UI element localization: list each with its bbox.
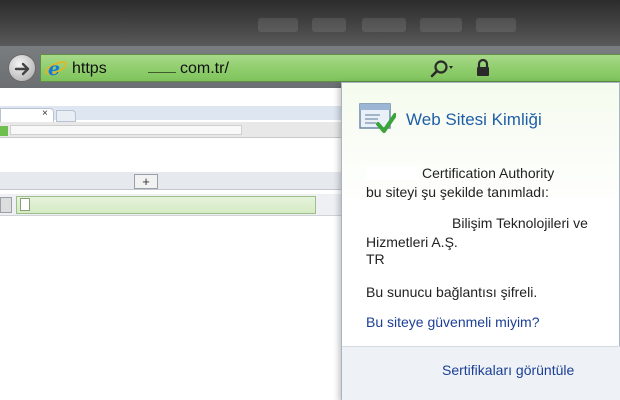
add-button[interactable]: + xyxy=(134,174,158,189)
encryption-status: Bu sunucu bağlantısı şifreli. xyxy=(366,284,538,300)
view-certificates-link[interactable]: Sertifikaları görüntüle xyxy=(442,362,574,378)
lock-icon[interactable] xyxy=(474,58,492,78)
forward-arrow-icon xyxy=(14,62,30,76)
organization-line-1: Bilişim Teknolojileri ve xyxy=(452,215,588,231)
search-icon[interactable] xyxy=(429,58,453,80)
url-redacted-segment xyxy=(148,72,176,73)
country: TR xyxy=(366,251,385,267)
menu-item-blurred[interactable] xyxy=(362,18,406,32)
svg-text:e: e xyxy=(48,58,60,79)
certificate-icon xyxy=(358,100,397,136)
url-protocol[interactable]: https xyxy=(72,60,107,78)
url-domain[interactable]: com.tr/ xyxy=(180,60,229,78)
identified-text: bu siteyi şu şekilde tanımladı: xyxy=(366,184,549,200)
issuer-line: Certification Authority xyxy=(422,165,555,181)
menu-item-blurred[interactable] xyxy=(312,18,346,32)
popup-title: Web Sitesi Kimliği xyxy=(406,110,542,129)
internet-explorer-icon: e xyxy=(44,57,68,80)
secondary-tab-bar xyxy=(0,172,345,190)
organization-line-2: Hizmetleri A.Ş. xyxy=(366,234,458,250)
new-tab-button[interactable] xyxy=(56,110,76,122)
security-indicator xyxy=(0,126,8,136)
toolbar-button[interactable] xyxy=(0,197,12,213)
tab-close-icon[interactable]: × xyxy=(42,108,48,119)
secondary-address-field[interactable] xyxy=(16,196,316,214)
menu-item-blurred[interactable] xyxy=(476,18,516,32)
address-bar[interactable] xyxy=(40,54,620,82)
redacted-issuer xyxy=(366,166,418,180)
inner-address-field[interactable] xyxy=(10,125,242,135)
menu-item-blurred[interactable] xyxy=(258,18,298,32)
page-icon xyxy=(20,198,30,211)
trust-site-link[interactable]: Bu siteye güvenmeli miyim? xyxy=(366,314,540,330)
menu-item-blurred[interactable] xyxy=(420,18,462,32)
forward-button[interactable] xyxy=(8,54,36,82)
browser-screenshot: e https com.tr/ × + Web Sitesi Kimliği C… xyxy=(0,0,620,400)
menu-bar xyxy=(0,0,620,46)
